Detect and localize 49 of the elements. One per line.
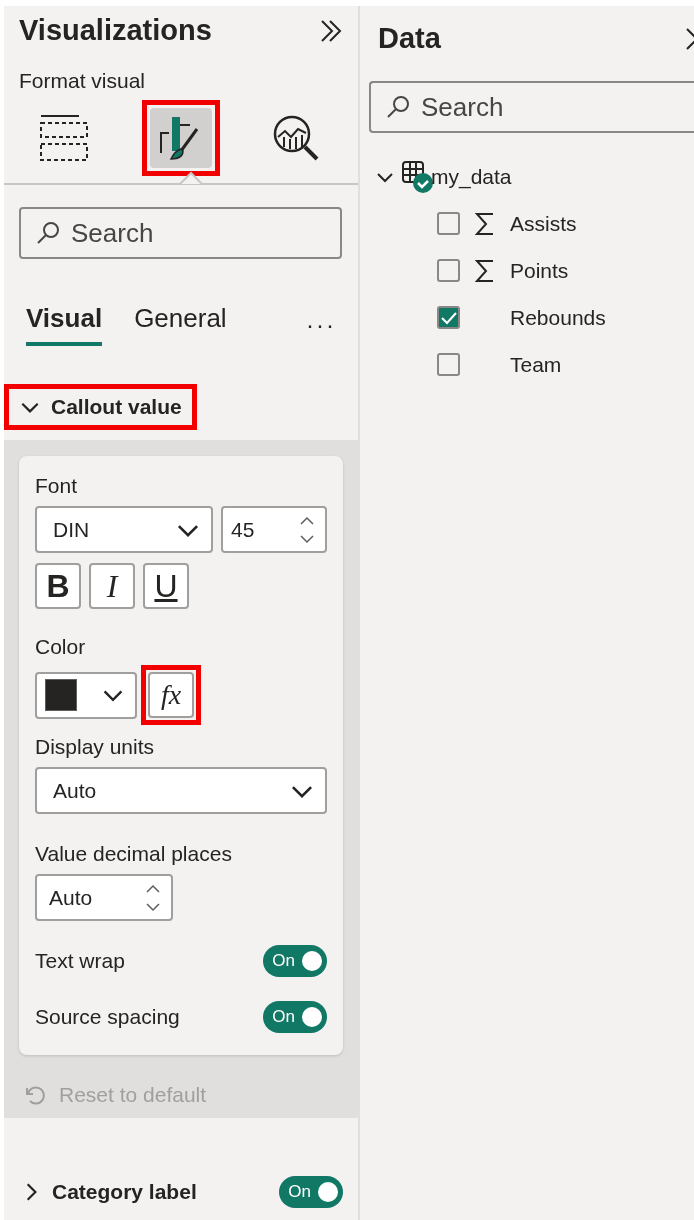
checkbox[interactable] xyxy=(437,306,460,329)
section-header[interactable]: Callout value xyxy=(9,389,192,425)
decimal-places-field[interactable]: Auto xyxy=(35,874,173,921)
display-units-dropdown[interactable]: Auto xyxy=(35,767,327,814)
checkbox[interactable] xyxy=(437,212,460,235)
font-size-field[interactable]: 45 xyxy=(221,506,327,553)
font-dropdown[interactable]: DIN xyxy=(35,506,213,553)
pane-title: Data xyxy=(378,22,441,55)
field-label: Display units xyxy=(35,735,156,759)
tab[interactable]: Visual xyxy=(26,303,103,346)
pane-title: Visualizations xyxy=(19,14,212,47)
spinner-icon[interactable] xyxy=(299,514,315,545)
color-swatch xyxy=(45,679,77,711)
toggle-label: Source spacing xyxy=(35,1005,180,1029)
field-label: Value decimal places xyxy=(35,842,233,866)
tree-item[interactable]: my_data xyxy=(375,153,694,200)
search-placeholder: Search xyxy=(421,91,504,123)
text-style-button[interactable]: I xyxy=(89,563,135,609)
table-name: my_data xyxy=(431,164,512,189)
text-style-button[interactable]: B xyxy=(35,563,81,609)
color-picker[interactable] xyxy=(35,671,137,719)
checkbox[interactable] xyxy=(437,259,460,282)
more-options[interactable]: ··· xyxy=(306,310,336,339)
spinner-icon[interactable] xyxy=(145,882,161,913)
formula-button[interactable]: fx xyxy=(148,672,194,718)
search-field[interactable]: Search xyxy=(19,207,342,259)
pane-subtitle: Format visual xyxy=(18,68,147,93)
checkbox[interactable] xyxy=(437,353,460,376)
section-header[interactable]: Category label xyxy=(14,1180,203,1204)
field-name: Points xyxy=(510,258,569,283)
field-label: Font xyxy=(35,474,79,498)
field-name: Rebounds xyxy=(510,305,606,330)
sigma-icon xyxy=(474,258,496,283)
collapse-icon[interactable] xyxy=(318,17,344,44)
search-icon xyxy=(35,220,61,246)
table-layout-icon xyxy=(40,114,90,162)
search-icon xyxy=(385,94,411,120)
toggle-switch[interactable]: On xyxy=(279,1176,343,1208)
search-placeholder: Search xyxy=(71,217,154,249)
sigma-icon xyxy=(474,211,496,236)
tab[interactable]: General xyxy=(134,303,227,346)
toggle-switch[interactable]: On xyxy=(263,945,327,977)
text-style-button[interactable]: U xyxy=(143,563,189,609)
field-label: Color xyxy=(35,635,87,659)
field-name: Team xyxy=(510,352,562,377)
toggle-switch[interactable]: On xyxy=(263,1001,327,1033)
field-name: Assists xyxy=(510,211,577,236)
search-field[interactable]: Search xyxy=(369,81,694,133)
toggle-label: Text wrap xyxy=(35,949,125,973)
